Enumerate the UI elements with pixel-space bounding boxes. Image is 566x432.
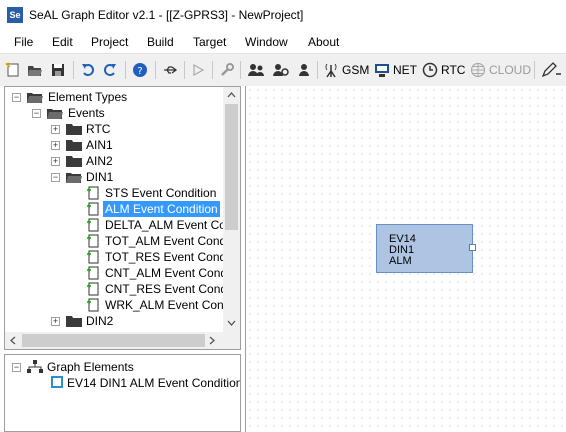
open-folder-icon[interactable] [27, 61, 43, 79]
expand-din2[interactable]: + [51, 317, 60, 326]
menu-about[interactable]: About [308, 35, 339, 49]
user-settings-icon[interactable] [272, 61, 290, 79]
open-folder-icon [66, 173, 82, 183]
collapse-din1[interactable]: − [51, 173, 60, 182]
tree-din1-item[interactable]: TOT_ALM Event Condition [105, 233, 240, 249]
menu-project[interactable]: Project [91, 35, 128, 49]
menu-file[interactable]: File [14, 35, 33, 49]
edit-icon[interactable] [541, 61, 561, 79]
scroll-right-icon [209, 336, 215, 345]
usb-icon[interactable] [162, 61, 178, 79]
tree-din1-item[interactable]: CNT_RES Event Condition [105, 281, 240, 297]
event-condition-icon [87, 186, 99, 200]
help-icon[interactable]: ? [132, 61, 148, 79]
tree-rtc[interactable]: RTC [86, 121, 110, 137]
tree-din1-item-selected[interactable]: ALM Event Condition [103, 201, 220, 217]
node-output-port[interactable] [469, 244, 476, 251]
scroll-up-icon [227, 92, 236, 98]
new-file-icon[interactable] [5, 61, 21, 79]
collapse-graph-elements[interactable]: − [12, 363, 21, 372]
event-condition-icon [87, 298, 99, 312]
run-icon[interactable] [190, 61, 206, 79]
element-tree-hscroll-thumb[interactable] [22, 334, 205, 347]
folder-icon [66, 124, 82, 135]
menu-edit[interactable]: Edit [52, 35, 73, 49]
user-location-icon[interactable] [296, 61, 312, 79]
globe-icon [470, 62, 486, 78]
event-condition-icon [87, 250, 99, 264]
tree-graph-elements[interactable]: Graph Elements [47, 359, 134, 375]
element-tree-vscrollbar[interactable] [223, 87, 240, 332]
graph-elements-panel: − Graph Elements EV14 DIN1 ALM Event Con… [4, 354, 241, 432]
folder-icon [66, 156, 82, 167]
net-label: NET [393, 63, 417, 77]
collapse-element-types[interactable]: − [12, 93, 21, 102]
gsm-label: GSM [342, 63, 370, 77]
clock-icon [422, 62, 438, 78]
folder-icon [66, 316, 82, 327]
event-condition-icon [87, 266, 99, 280]
rtc-button[interactable]: RTC [422, 61, 465, 79]
tree-din1-item[interactable]: TOT_RES Event Condition [105, 249, 240, 265]
tree-ain2[interactable]: AIN2 [86, 153, 113, 169]
graph-element-item[interactable]: EV14 DIN1 ALM Event Condition [67, 375, 240, 391]
tree-din1[interactable]: DIN1 [86, 169, 113, 185]
element-tree-hscrollbar[interactable] [5, 332, 240, 349]
folder-icon [66, 140, 82, 151]
tree-din1-item[interactable]: STS Event Condition [105, 185, 216, 201]
cloud-button[interactable]: CLOUD [470, 61, 531, 79]
redo-icon[interactable] [102, 61, 118, 79]
node-line: ALM [389, 255, 412, 267]
net-button[interactable]: NET [374, 61, 417, 79]
menu-bar: File Edit Project Build Target Window Ab… [0, 31, 566, 53]
event-condition-icon [87, 202, 99, 216]
wrench-icon[interactable] [219, 61, 235, 79]
element-tree-vscroll-thumb[interactable] [225, 104, 238, 230]
gsm-button[interactable]: GSM [323, 61, 369, 79]
event-node[interactable]: EV14 DIN1 ALM [376, 224, 476, 273]
title-bar: Se SeAL Graph Editor v2.1 - [[Z-GPRS3] -… [0, 0, 566, 31]
network-icon [375, 64, 389, 77]
tree-din1-item[interactable]: WRK_ALM Event Condition [105, 297, 240, 313]
tree-ain1[interactable]: AIN1 [86, 137, 113, 153]
open-folder-icon [47, 109, 63, 119]
event-condition-icon [87, 282, 99, 296]
event-condition-icon [87, 234, 99, 248]
cloud-label: CLOUD [489, 63, 532, 77]
expand-ain2[interactable]: + [51, 157, 60, 166]
scroll-down-icon [227, 320, 236, 326]
collapse-events[interactable]: − [32, 109, 41, 118]
toolbar: ? GSM NET RTC CLOUD [0, 53, 566, 86]
tree-element-types[interactable]: Element Types [48, 89, 127, 105]
menu-window[interactable]: Window [245, 35, 288, 49]
tree-din2[interactable]: DIN2 [86, 313, 113, 329]
hierarchy-icon [27, 360, 43, 373]
expand-ain1[interactable]: + [51, 141, 60, 150]
antenna-icon [325, 63, 337, 78]
graph-item-icon [51, 376, 63, 388]
undo-icon[interactable] [80, 61, 96, 79]
menu-build[interactable]: Build [147, 35, 174, 49]
event-condition-icon [87, 218, 99, 232]
element-types-panel: − Element Types − Events + RTC + AIN1 + … [4, 86, 241, 350]
svg-text:?: ? [137, 66, 142, 77]
app-icon: Se [7, 7, 23, 23]
open-folder-icon [27, 93, 43, 103]
scroll-left-icon [10, 336, 16, 345]
window-title: SeAL Graph Editor v2.1 - [[Z-GPRS3] - Ne… [29, 8, 304, 22]
tree-events[interactable]: Events [68, 105, 105, 121]
save-icon[interactable] [50, 61, 66, 79]
users-icon[interactable] [247, 61, 265, 79]
expand-rtc[interactable]: + [51, 125, 60, 134]
rtc-label: RTC [441, 63, 466, 77]
tree-din1-item[interactable]: DELTA_ALM Event Condition [105, 217, 240, 233]
tree-din1-item[interactable]: CNT_ALM Event Condition [105, 265, 240, 281]
menu-target[interactable]: Target [193, 35, 226, 49]
